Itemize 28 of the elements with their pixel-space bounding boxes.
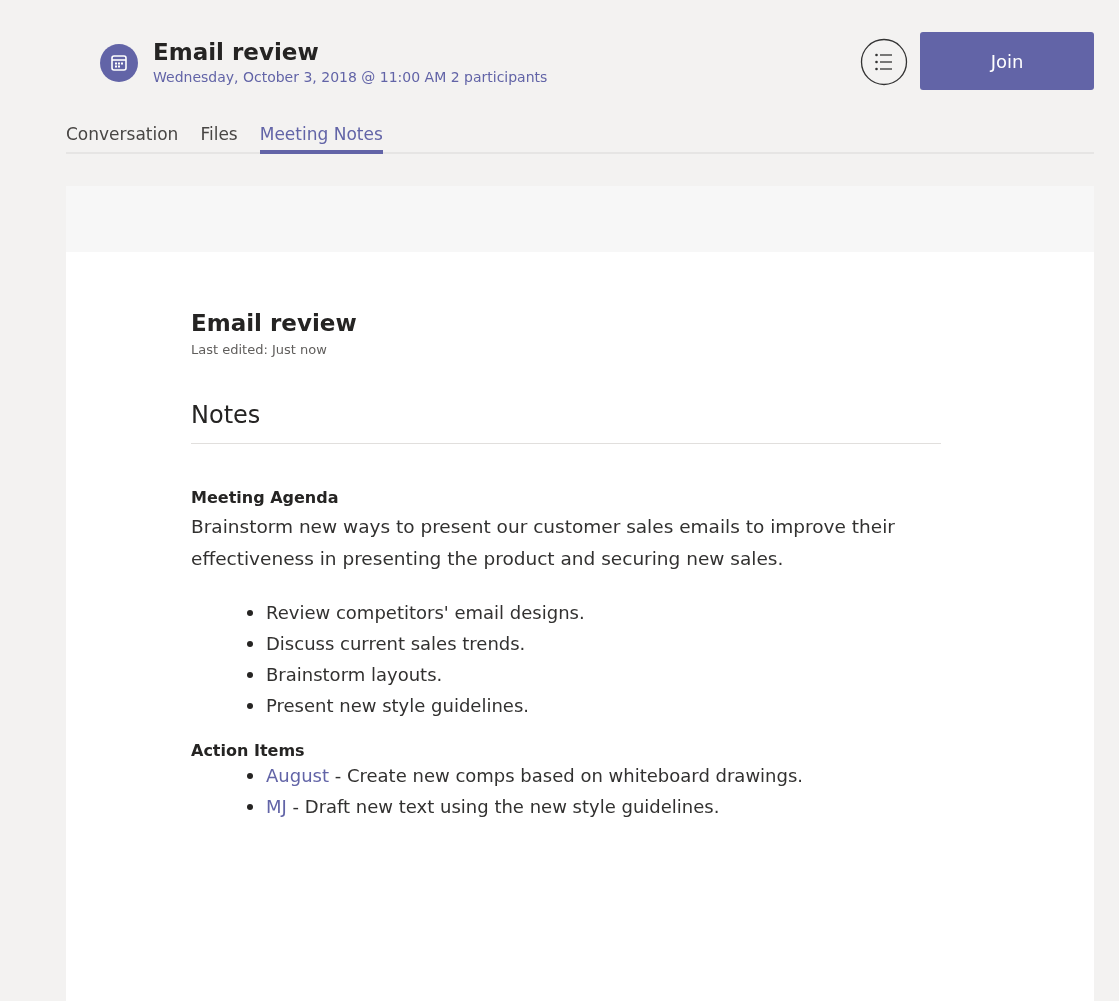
list-icon[interactable] (860, 38, 908, 86)
bullet-icon (247, 640, 253, 647)
join-button[interactable]: Join (920, 32, 1094, 90)
agenda-item: Discuss current sales trends. (266, 632, 526, 656)
mention-link[interactable]: August (266, 765, 329, 786)
action-item: August - Create new comps based on whiteboard drawings. (266, 764, 804, 788)
bullet-icon (247, 803, 253, 810)
meeting-details: Wednesday, October 3, 2018 @ 11:00 AM 2 participants (153, 69, 549, 85)
tab[interactable]: Conversation (66, 124, 179, 154)
agenda-heading: Meeting Agenda (191, 488, 340, 507)
agenda-item: Review competitors' email designs. (266, 601, 585, 625)
agenda-paragraph: Brainstorm new ways to present our customer sales emails to improve their effectiveness in presenting the product and securing new sales. (191, 515, 896, 571)
action-items-heading: Action Items (191, 741, 306, 760)
section-heading: Notes (191, 357, 941, 444)
meeting-title: Email review (153, 38, 320, 67)
agenda-item: Brainstorm layouts. (266, 663, 443, 687)
bullet-icon (247, 702, 253, 709)
tab[interactable]: Files (200, 124, 238, 154)
bullet-icon (247, 671, 253, 678)
mention-link[interactable]: MJ (266, 796, 287, 817)
agenda-item: Present new style guidelines. (266, 694, 529, 718)
calendar-icon (100, 44, 138, 82)
last-edited-text: Last edited: Just now (191, 342, 328, 357)
bullet-icon (247, 772, 253, 779)
bullet-icon (247, 609, 253, 616)
tab[interactable]: Meeting Notes (259, 124, 383, 154)
action-item: MJ - Draft new text using the new style guidelines. (266, 795, 720, 819)
notes-title: Email review (191, 310, 358, 336)
